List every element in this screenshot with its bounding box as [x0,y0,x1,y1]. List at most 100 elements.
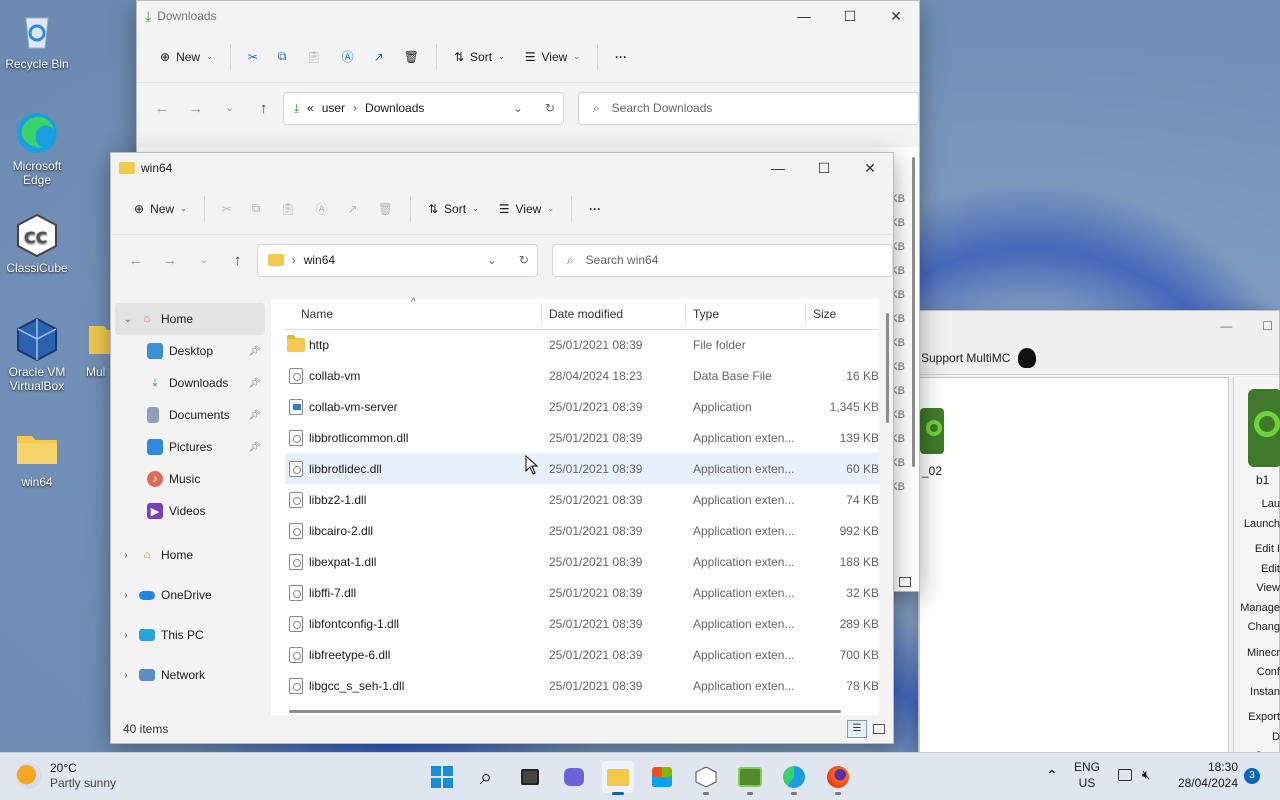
view-button[interactable]: ☰ View ⌄ [516,40,589,74]
desktop-icon-edge[interactable]: Microsoft Edge [0,110,74,187]
column-size[interactable]: Size [813,307,836,321]
instance-label[interactable]: _02 [922,464,942,478]
sidebar-item-network[interactable]: › Network [111,655,269,695]
chevron-right-icon[interactable]: › [119,630,133,641]
minimize-icon[interactable]: — [1220,319,1232,333]
sidebar-item-music[interactable]: ♪ Music [111,463,269,495]
sidebar-item-downloads[interactable]: ⤓ Downloads 📌︎ [111,367,269,399]
file-row[interactable]: libbrotlidec.dll 25/01/2021 08:39 Applicat… [285,453,879,484]
share-button[interactable]: ↗ [365,40,393,74]
file-row[interactable]: libbrotlicommon.dll 25/01/2021 08:39 Appli… [285,422,879,453]
view-button[interactable]: ☰ View ⌄ [490,192,563,226]
chevron-down-icon[interactable]: ⌄ [513,101,523,115]
close-button[interactable]: ✕ [873,1,919,31]
win64-window[interactable]: win64 — ☐ ✕ ⊕ New ⌄ ✂ ⧉ 📋︎ Ⓐ ↗ 🗑︎ ⇅ Sort ⌄ ☰… [110,152,894,744]
up-button[interactable]: ↑ [249,93,279,123]
file-row[interactable]: collab-vm 28/04/2024 18:23 Data Base File 1… [285,360,879,391]
chevron-right-icon[interactable]: › [119,550,133,561]
taskbar-store[interactable] [646,761,678,793]
menu-view[interactable]: View [1234,579,1280,599]
breadcrumb-win64[interactable]: win64 [304,253,335,267]
chevron-right-icon[interactable]: › [119,670,133,681]
column-date-modified[interactable]: Date modified [549,307,623,321]
maximize-button[interactable]: ☐ [801,153,847,183]
file-row[interactable]: libexpat-1.dll 25/01/2021 08:39 Applicatio… [285,546,879,577]
menu-launch-offline[interactable]: Launch [1234,515,1280,535]
desktop-icon-classicube[interactable]: CC ClassiCube [0,212,74,275]
cut-button[interactable]: ✂ [239,40,267,74]
file-row[interactable]: libfreetype-6.dll 25/01/2021 08:39 Applica… [285,639,879,670]
maximize-icon[interactable]: ☐ [1262,319,1273,333]
rename-button[interactable]: Ⓐ [307,192,337,226]
details-view-icon[interactable]: ☰ [847,720,867,738]
chevron-down-icon[interactable]: ⌄ [487,253,497,267]
menu-export[interactable]: Export [1234,708,1280,728]
chevron-right-icon[interactable]: › [119,590,133,601]
file-row[interactable]: libgcc_s_seh-1.dll 25/01/2021 08:39 Applic… [285,670,879,701]
menu-minecraft[interactable]: Minecr [1234,644,1280,664]
tiles-view-icon[interactable] [899,577,911,587]
volume-muted-icon[interactable]: 🔇︎ [1142,767,1150,783]
search-input[interactable]: ⌕ Search win64 [551,243,893,277]
address-bar[interactable]: › win64 ⌄ ↻ [256,243,538,277]
paste-button[interactable]: 📋︎ [271,192,304,226]
forward-button[interactable]: → [155,245,185,275]
menu-manage[interactable]: Manage [1234,599,1280,619]
desktop-icon-win64[interactable]: win64 [0,426,74,489]
chat-button[interactable] [558,761,590,793]
sidebar-item-this-pc[interactable]: › This PC [111,615,269,655]
rename-button[interactable]: Ⓐ [333,40,363,74]
cut-button[interactable]: ✂ [213,192,241,226]
file-row[interactable]: http 25/01/2021 08:39 File folder [285,329,879,360]
share-button[interactable]: ↗ [339,192,367,226]
taskbar-classicube[interactable] [690,761,722,795]
support-multimc-button[interactable]: Support MultiMC [921,351,1010,365]
taskbar-multimc[interactable] [734,761,766,795]
sidebar-item-videos[interactable]: ▶ Videos [111,495,269,527]
menu-instance[interactable]: Instan [1234,683,1280,703]
notification-badge[interactable]: 3 [1244,768,1260,784]
column-name[interactable]: Name [301,307,333,321]
taskbar-edge[interactable] [778,761,810,795]
task-view-button[interactable] [514,761,546,793]
pin-icon[interactable]: 📌︎ [248,346,261,357]
more-button[interactable]: ··· [606,40,636,74]
taskbar-firefox[interactable] [822,761,854,795]
menu-change[interactable]: Chang [1234,618,1280,638]
back-button[interactable]: ← [147,93,177,123]
sidebar-item-documents[interactable]: Documents 📌︎ [111,399,269,431]
new-button[interactable]: ⊕ New ⌄ [125,192,196,226]
pin-icon[interactable]: 📌︎ [248,410,261,421]
copy-button[interactable]: ⧉ [269,40,296,74]
address-bar[interactable]: ⤓ « user › Downloads ⌄ ↻ [282,91,564,125]
menu-edit-group[interactable]: Edit [1234,560,1280,580]
maximize-button[interactable]: ☐ [827,1,873,31]
menu-config[interactable]: Conf [1234,663,1280,683]
recent-button[interactable]: ⌄ [215,93,245,123]
desktop-icon-multimc[interactable]: Mul [74,316,114,379]
file-row[interactable]: libbz2-1.dll 25/01/2021 08:39 Application … [285,484,879,515]
menu-launch[interactable]: Lau [1234,495,1280,515]
horizontal-scrollbar[interactable] [289,710,841,713]
close-button[interactable]: ✕ [847,153,893,183]
refresh-icon[interactable]: ↻ [545,101,555,115]
recent-button[interactable]: ⌄ [189,245,219,275]
more-button[interactable]: ··· [580,192,610,226]
desktop-icon-virtualbox[interactable]: Oracle VM VirtualBox [0,316,74,393]
minimize-button[interactable]: — [781,1,827,31]
copy-button[interactable]: ⧉ [243,192,270,226]
taskbar-file-explorer[interactable] [602,761,634,795]
menu-edit-instance[interactable]: Edit I [1234,540,1280,560]
up-button[interactable]: ↑ [223,245,253,275]
sort-button[interactable]: ⇅ Sort ⌄ [419,192,488,226]
back-button[interactable]: ← [121,245,151,275]
multimc-window[interactable]: — ☐ Support MultiMC _02 b1 Lau Launch Edi… [918,310,1280,762]
sidebar-item-onedrive[interactable]: › OneDrive [111,575,269,615]
pin-icon[interactable]: 📌︎ [248,378,261,389]
weather-widget[interactable]: 20°C Partly sunny [16,761,116,791]
refresh-icon[interactable]: ↻ [519,253,529,267]
new-button[interactable]: ⊕ New ⌄ [151,40,222,74]
file-row[interactable]: libfontconfig-1.dll 25/01/2021 08:39 Appli… [285,608,879,639]
downloads-scrollbar[interactable] [912,157,915,467]
breadcrumb-user[interactable]: user [322,101,345,115]
